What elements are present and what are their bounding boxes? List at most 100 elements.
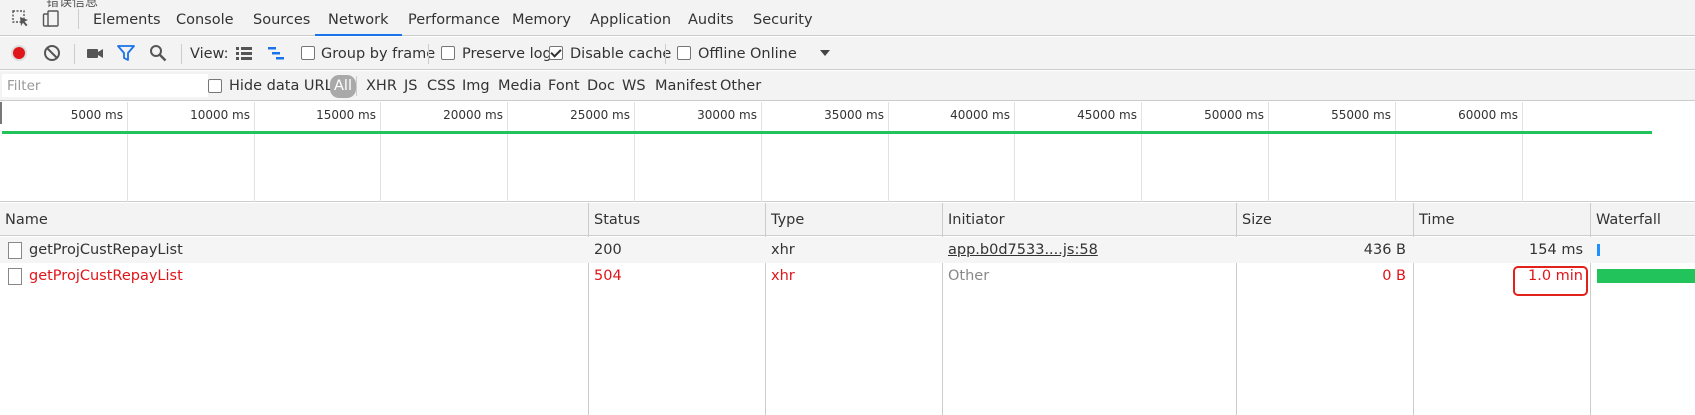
preserve-log-label[interactable]: Preserve log — [462, 37, 552, 71]
cell-name[interactable]: getProjCustRepayList — [24, 237, 183, 263]
disable-cache-label[interactable]: Disable cache — [570, 37, 671, 71]
timeline-overview[interactable]: 5000 ms 10000 ms 15000 ms 20000 ms 25000 ms 3… — [0, 102, 1695, 202]
chevron-down-icon[interactable] — [816, 45, 834, 63]
overview-grid-line — [507, 102, 508, 202]
filter-bar: Hide data URLs All XHRJS CSSImg MediaFontDo… — [0, 71, 1695, 101]
filter-type-ws[interactable]: WS — [622, 71, 646, 102]
cell-size: 0 B — [1382, 268, 1406, 284]
overview-tick-label: 45000 ms — [1077, 108, 1137, 122]
column-divider — [1413, 203, 1414, 415]
tab-application[interactable]: Application — [590, 0, 671, 36]
large-rows-icon[interactable] — [235, 44, 253, 62]
initiator-link[interactable]: app.b0d7533....js:58 — [948, 242, 1098, 258]
tab-performance[interactable]: Performance — [408, 0, 500, 36]
overview-tick-label: 25000 ms — [570, 108, 630, 122]
tab-sources[interactable]: Sources — [253, 0, 310, 36]
column-header-status[interactable]: Status — [589, 203, 640, 237]
overview-grid-line — [1395, 102, 1396, 202]
overview-tick-label: 50000 ms — [1204, 108, 1264, 122]
filter-type-xhr[interactable]: XHR — [366, 71, 397, 102]
column-header-waterfall[interactable]: Waterfall — [1591, 203, 1661, 237]
waterfall-bar[interactable] — [1597, 244, 1600, 256]
clear-icon[interactable] — [43, 44, 61, 62]
column-header-name[interactable]: Name — [0, 203, 48, 237]
overview-grid-line — [888, 102, 889, 202]
filter-type-media[interactable]: Media — [498, 71, 542, 102]
filter-type-all[interactable]: All — [330, 75, 356, 98]
overview-tick-label: 40000 ms — [950, 108, 1010, 122]
overview-tick-label: 5000 ms — [70, 108, 123, 122]
tab-network[interactable]: Network — [315, 0, 402, 36]
overview-grid-line — [1268, 102, 1269, 202]
inspect-element-icon[interactable] — [12, 10, 30, 28]
cell-status: 200 — [594, 242, 622, 258]
devtools-tab-bar: 错误信息 Elements Console Sources Network Perfor… — [0, 0, 1695, 36]
column-header-time[interactable]: Time — [1414, 203, 1455, 237]
stray-page-text: 错误信息 — [46, 0, 99, 10]
time-highlight-annotation — [1513, 266, 1588, 296]
overview-waterfall-icon[interactable] — [267, 44, 285, 62]
preserve-log-checkbox[interactable] — [441, 46, 455, 60]
toolbar-separator — [74, 44, 75, 64]
cell-initiator: Other — [948, 268, 990, 284]
overview-grid-line — [380, 102, 381, 202]
disable-cache-checkbox[interactable] — [549, 46, 563, 60]
filter-type-css[interactable]: CSS — [427, 71, 456, 102]
column-divider — [588, 203, 589, 415]
cell-size: 436 B — [1363, 242, 1406, 258]
device-toolbar-icon[interactable] — [42, 10, 60, 28]
tab-security[interactable]: Security — [753, 0, 813, 36]
filter-type-font[interactable]: Font — [548, 71, 580, 102]
tab-memory[interactable]: Memory — [512, 0, 571, 36]
overview-tick-label: 15000 ms — [316, 108, 376, 122]
cell-name[interactable]: getProjCustRepayList — [24, 263, 183, 289]
table-row[interactable]: getProjCustRepayList 504 xhr Other 0 B 1.0 mi… — [0, 263, 1695, 289]
overview-tick-label: 10000 ms — [190, 108, 250, 122]
overview-tick-label: 35000 ms — [824, 108, 884, 122]
requests-table-header: Name Status Type Initiator Size Time Waterfall — [0, 203, 1695, 236]
capture-screenshots-icon[interactable] — [86, 44, 104, 62]
group-by-frame-label[interactable]: Group by frame — [321, 37, 435, 71]
offline-label[interactable]: Offline — [698, 37, 746, 71]
overview-grid-line — [1141, 102, 1142, 202]
column-header-type[interactable]: Type — [766, 203, 804, 237]
column-header-initiator[interactable]: Initiator — [943, 203, 1005, 237]
throttling-select[interactable]: Online — [750, 37, 797, 71]
filter-type-js[interactable]: JS — [404, 71, 417, 102]
overview-tick-label: 30000 ms — [697, 108, 757, 122]
offline-checkbox[interactable] — [677, 46, 691, 60]
tab-elements[interactable]: Elements — [93, 0, 161, 36]
filter-type-img[interactable]: Img — [462, 71, 490, 102]
overview-grid-line — [1522, 102, 1523, 202]
group-by-frame-checkbox[interactable] — [301, 46, 315, 60]
column-header-size[interactable]: Size — [1237, 203, 1272, 237]
cell-initiator: app.b0d7533....js:58 — [943, 237, 1098, 263]
overview-grid-line — [127, 102, 128, 202]
record-icon[interactable] — [10, 44, 28, 62]
waterfall-bar[interactable] — [1597, 269, 1695, 283]
hide-data-urls-label[interactable]: Hide data URLs — [229, 71, 340, 102]
overview-tick-label: 55000 ms — [1331, 108, 1391, 122]
toolbar-separator — [428, 44, 429, 64]
overview-tick-label: 60000 ms — [1458, 108, 1518, 122]
filter-type-manifest[interactable]: Manifest — [655, 71, 717, 102]
tab-audits[interactable]: Audits — [688, 0, 734, 36]
tab-separator — [78, 9, 79, 29]
filter-type-doc[interactable]: Doc — [587, 71, 615, 102]
column-divider — [765, 203, 766, 415]
document-icon — [8, 242, 22, 259]
filter-icon[interactable] — [117, 44, 135, 62]
filter-separator — [356, 76, 357, 96]
toolbar-separator — [181, 44, 182, 64]
search-icon[interactable] — [149, 44, 167, 62]
table-row[interactable]: getProjCustRepayList 200 xhr app.b0d7533...… — [0, 237, 1695, 263]
cell-time: 154 ms — [1529, 242, 1583, 258]
network-toolbar: View: Group by frame Preserve log Disabl… — [0, 37, 1695, 70]
cell-type: xhr — [771, 268, 795, 284]
hide-data-urls-checkbox[interactable] — [208, 79, 222, 93]
document-icon — [8, 268, 22, 285]
tab-console[interactable]: Console — [176, 0, 234, 36]
column-divider — [1236, 203, 1237, 415]
filter-input[interactable] — [2, 74, 208, 97]
filter-type-other[interactable]: Other — [720, 71, 761, 102]
